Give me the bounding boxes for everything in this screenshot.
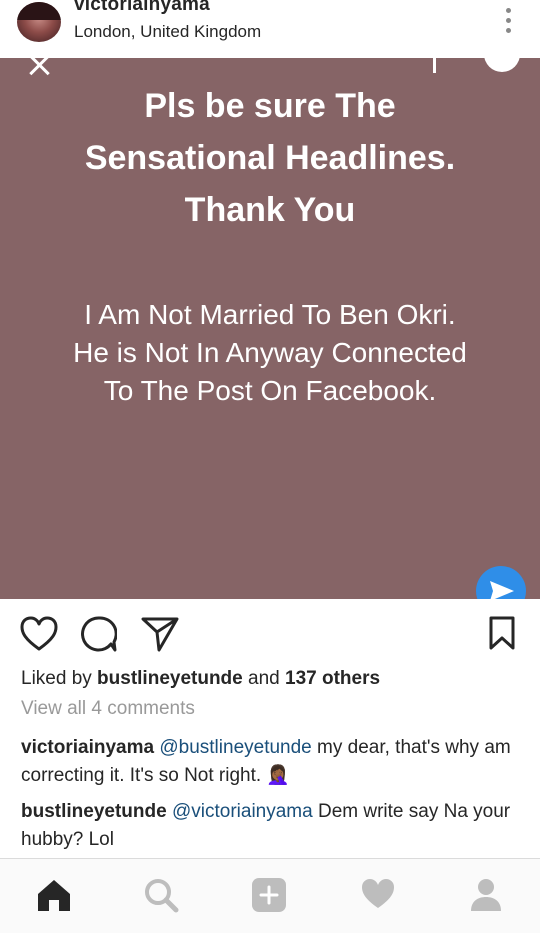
comment-username[interactable]: victoriainyama bbox=[21, 737, 154, 758]
bookmark-icon[interactable] bbox=[488, 616, 528, 656]
comment-username[interactable]: bustlineyetunde bbox=[21, 801, 167, 822]
home-icon[interactable] bbox=[35, 877, 75, 917]
subtext-line: I Am Not Married To Ben Okri. bbox=[84, 299, 456, 330]
post-header: victoriainyama London, United Kingdom bbox=[0, 0, 540, 58]
sticker-icon bbox=[484, 58, 520, 72]
heart-icon[interactable] bbox=[20, 616, 60, 656]
post-headline: Pls be sure The Sensational Headlines. T… bbox=[0, 80, 540, 236]
send-icon bbox=[490, 581, 514, 599]
activity-heart-icon[interactable] bbox=[360, 877, 400, 917]
bottom-nav bbox=[0, 858, 540, 933]
search-icon[interactable] bbox=[143, 877, 183, 917]
text-tool-mark bbox=[433, 58, 436, 73]
comment-mention[interactable]: @bustlineyetunde bbox=[159, 737, 311, 758]
view-all-comments-link[interactable]: View all 4 comments bbox=[21, 698, 195, 720]
close-icon bbox=[24, 58, 54, 82]
subtext-line: He is Not In Anyway Connected bbox=[73, 337, 467, 368]
post-subtext: I Am Not Married To Ben Okri. He is Not … bbox=[0, 296, 540, 410]
post-actions bbox=[0, 608, 540, 660]
comment: victoriainyama @bustlineyetunde my dear,… bbox=[21, 734, 521, 790]
send-button[interactable] bbox=[476, 566, 526, 599]
likes-middle: and bbox=[242, 668, 285, 689]
comment: bustlineyetunde @victoriainyama Dem writ… bbox=[21, 798, 521, 854]
post-image[interactable]: Pls be sure The Sensational Headlines. T… bbox=[0, 58, 540, 599]
headline-line: Thank You bbox=[184, 191, 356, 229]
comment-icon[interactable] bbox=[81, 616, 121, 656]
share-icon[interactable] bbox=[141, 616, 181, 656]
location[interactable]: London, United Kingdom bbox=[74, 22, 261, 42]
subtext-line: To The Post On Facebook. bbox=[103, 375, 437, 406]
liker-username[interactable]: bustlineyetunde bbox=[97, 668, 243, 689]
more-vertical-icon[interactable] bbox=[504, 8, 512, 34]
headline-line: Pls be sure The bbox=[144, 87, 396, 125]
avatar[interactable] bbox=[17, 2, 61, 42]
likes-count[interactable]: 137 others bbox=[285, 668, 380, 689]
comment-mention[interactable]: @victoriainyama bbox=[172, 801, 313, 822]
username[interactable]: victoriainyama bbox=[74, 0, 210, 16]
add-icon[interactable] bbox=[250, 877, 290, 917]
likes-summary[interactable]: Liked by bustlineyetunde and 137 others bbox=[21, 668, 380, 690]
headline-line: Sensational Headlines. bbox=[84, 139, 456, 177]
likes-prefix: Liked by bbox=[21, 668, 98, 689]
profile-icon[interactable] bbox=[468, 877, 508, 917]
